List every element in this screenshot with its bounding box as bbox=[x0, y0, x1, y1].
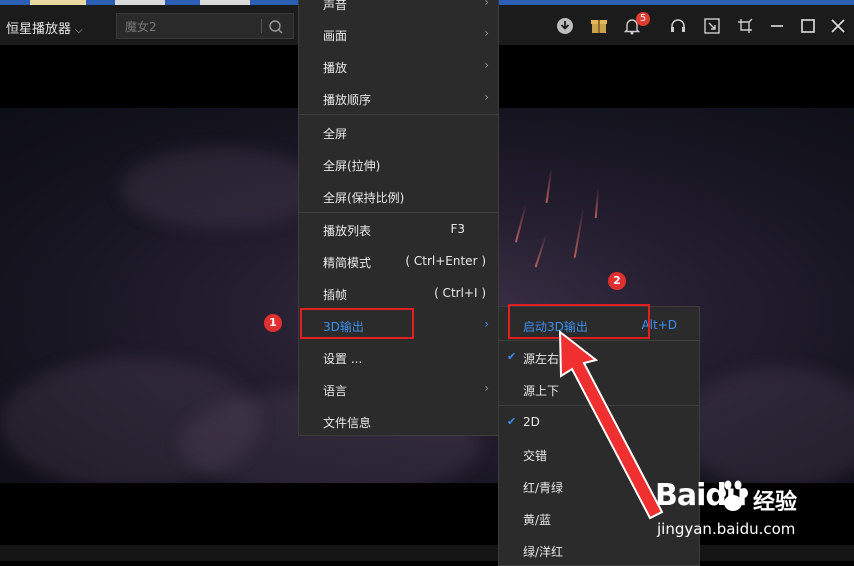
annotation-arrow bbox=[558, 329, 664, 520]
watermark-cn: 经验 bbox=[753, 490, 798, 515]
paw-icon bbox=[718, 480, 748, 511]
watermark-url: jingyan.baidu.com bbox=[657, 520, 796, 538]
baidu-jingyan-watermark: Baidu 经验 jingyan.baidu.com bbox=[655, 478, 805, 543]
